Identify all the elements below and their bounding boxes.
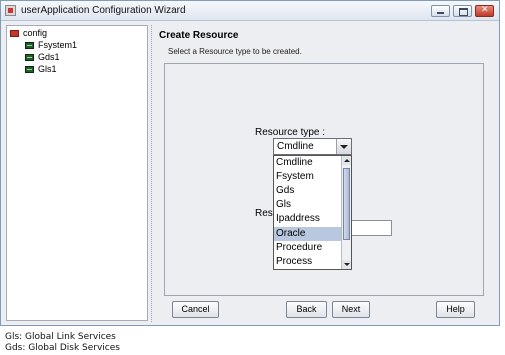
dropdown-option-gds[interactable]: Gds	[274, 184, 341, 198]
scroll-down-arrow-icon[interactable]	[342, 260, 351, 269]
dropdown-option-oracle[interactable]: Oracle	[274, 227, 341, 241]
scroll-up-arrow-icon[interactable]	[342, 156, 351, 165]
close-button[interactable]	[475, 5, 494, 17]
footnote-gds: Gds: Global Disk Services	[5, 343, 120, 353]
resource-name-input[interactable]	[348, 220, 392, 236]
footnote-gls: Gls: Global Link Services	[5, 332, 116, 342]
back-button[interactable]: Back	[286, 301, 327, 318]
title-bar[interactable]: userApplication Configuration Wizard	[1, 1, 499, 21]
resource-icon	[25, 66, 34, 73]
dropdown-option-gls[interactable]: Gls	[274, 198, 341, 212]
panel-title: Create Resource	[159, 30, 239, 41]
resource-type-dropdown-list: Cmdline Fsystem Gds Gls Ipaddress Oracle…	[273, 155, 352, 270]
next-button[interactable]: Next	[332, 301, 370, 318]
split-pane-divider[interactable]	[151, 25, 154, 322]
panel-subtitle: Select a Resource type to be created.	[168, 47, 302, 56]
config-tree: config Fsystem1 Gds1 Gls1	[6, 25, 148, 321]
resource-type-value: Cmdline	[277, 141, 314, 152]
window-title: userApplication Configuration Wizard	[21, 5, 186, 16]
tree-node-label: Fsystem1	[38, 40, 78, 50]
tree-node-label: config	[23, 28, 48, 38]
resource-icon	[25, 54, 34, 61]
dropdown-option-process[interactable]: Process	[274, 255, 341, 269]
scrollbar-thumb[interactable]	[343, 168, 350, 240]
dropdown-option-fsystem[interactable]: Fsystem	[274, 170, 341, 184]
config-folder-icon	[10, 30, 19, 37]
minimize-button[interactable]	[431, 5, 450, 17]
dropdown-scrollbar[interactable]	[341, 156, 351, 269]
resource-icon	[25, 42, 34, 49]
help-button[interactable]: Help	[436, 301, 475, 318]
maximize-button[interactable]	[453, 5, 472, 17]
tree-node-label: Gls1	[38, 64, 57, 74]
wizard-window: userApplication Configuration Wizard con…	[0, 0, 500, 326]
tree-node-label: Gds1	[38, 52, 60, 62]
resource-type-label: Resource type :	[255, 127, 326, 138]
dropdown-option-ipaddress[interactable]: Ipaddress	[274, 212, 341, 226]
cancel-button[interactable]: Cancel	[172, 301, 219, 318]
chevron-down-icon[interactable]	[336, 139, 351, 154]
dropdown-option-cmdline[interactable]: Cmdline	[274, 156, 341, 170]
dropdown-option-procedure[interactable]: Procedure	[274, 241, 341, 255]
resource-type-combobox[interactable]: Cmdline	[273, 138, 352, 155]
app-icon	[5, 5, 16, 16]
